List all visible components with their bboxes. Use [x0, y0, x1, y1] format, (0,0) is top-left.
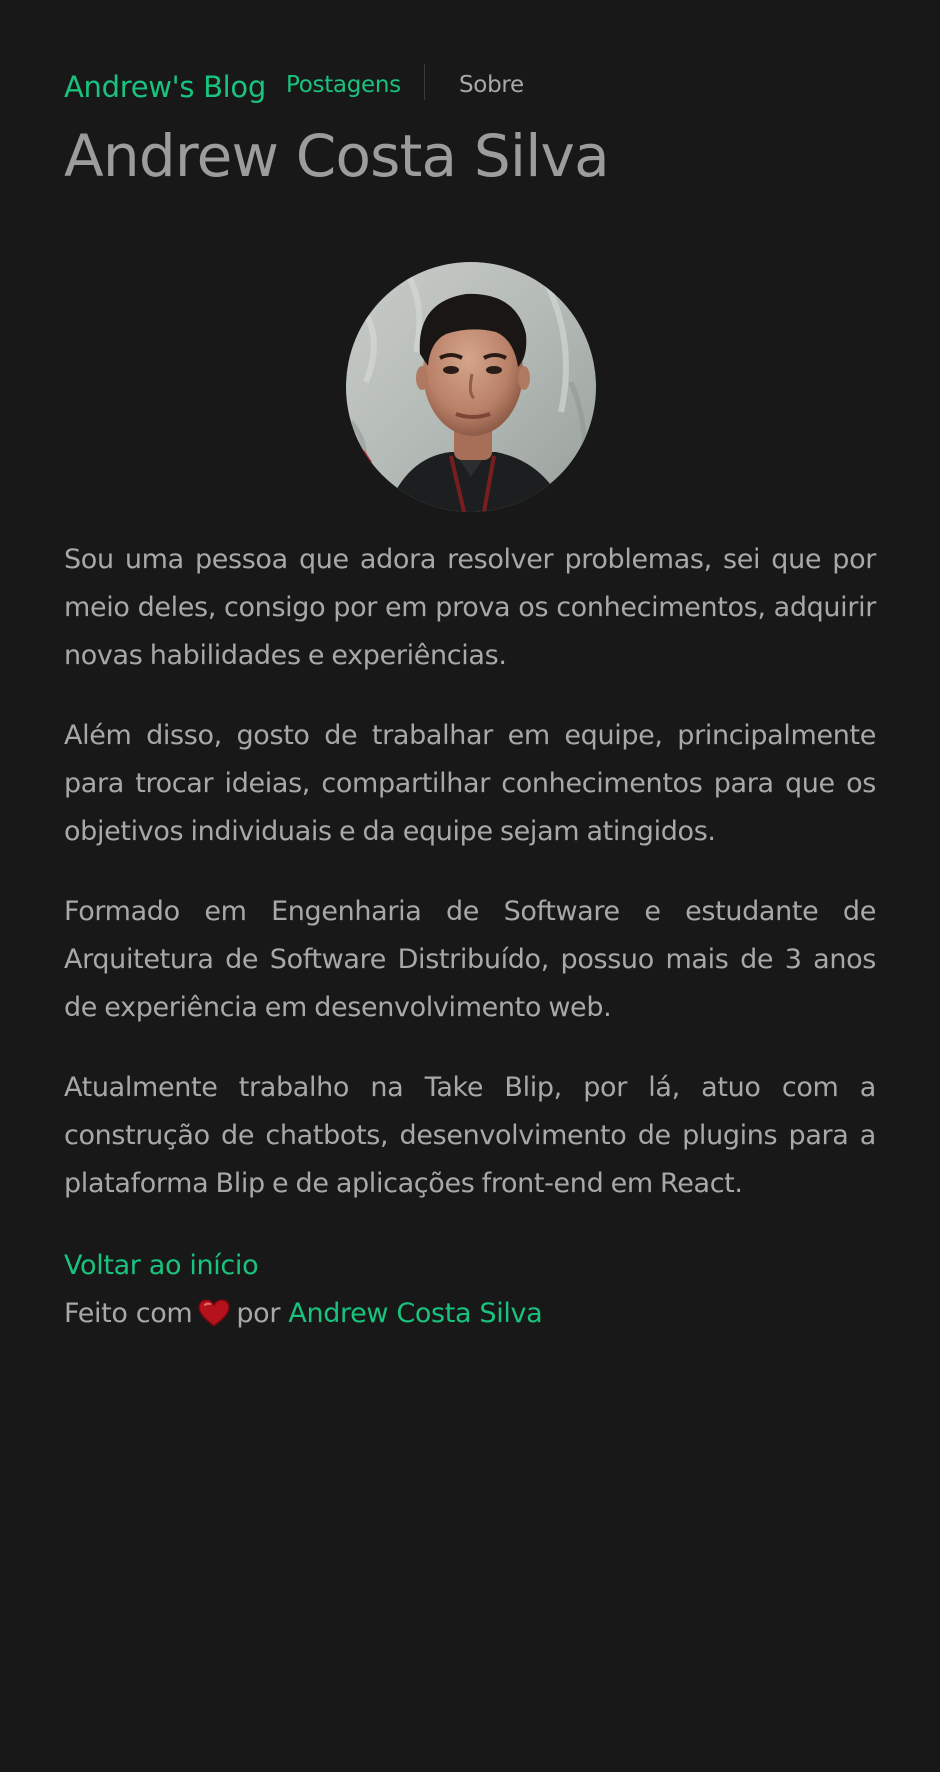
footer: Voltar ao início Feito com por Andrew Cos…: [64, 1242, 876, 1343]
about-content: Sou uma pessoa que adora resolver proble…: [64, 536, 876, 1240]
about-paragraph-4: Atualmente trabalho na Take Blip, por lá…: [64, 1072, 876, 1199]
top-nav: Andrew's Blog Postagens Sobre: [64, 62, 876, 114]
about-paragraph-2: Além disso, gosto de trabalhar em equipe…: [64, 720, 876, 847]
credit-line: Feito com por Andrew Costa Silva: [64, 1290, 876, 1343]
by-text: por: [236, 1298, 281, 1329]
about-paragraph-1: Sou uma pessoa que adora resolver proble…: [64, 544, 876, 671]
author-link[interactable]: Andrew Costa Silva: [288, 1298, 542, 1329]
nav-link-about[interactable]: Sobre: [459, 72, 524, 98]
nav-link-posts[interactable]: Postagens: [286, 72, 401, 98]
page-title: Andrew Costa Silva: [64, 122, 610, 190]
heart-icon: [198, 1295, 231, 1343]
brand-link[interactable]: Andrew's Blog: [64, 70, 266, 104]
avatar-image: [346, 262, 596, 512]
back-to-home-link[interactable]: Voltar ao início: [64, 1242, 876, 1290]
avatar: [346, 262, 596, 512]
nav-divider: [424, 64, 425, 100]
made-with-text: Feito com: [64, 1298, 193, 1329]
about-paragraph-3: Formado em Engenharia de Software e estu…: [64, 896, 876, 1023]
